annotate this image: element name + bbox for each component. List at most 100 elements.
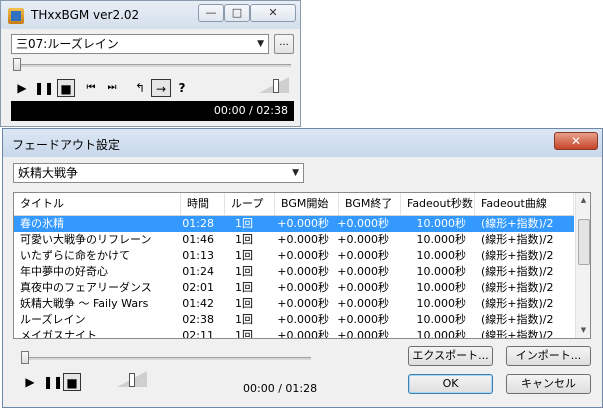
player-title: THxxBGM ver2.02 xyxy=(31,8,140,22)
cell-bgm-end: +0.000秒 xyxy=(337,297,389,310)
cell-title: 真夜中のフェアリーダンス xyxy=(20,281,152,294)
chevron-down-icon: ▼ xyxy=(257,39,264,49)
table-row[interactable]: メイガスナイト 02:11 1回 +0.000秒 +0.000秒 10.000秒… xyxy=(14,328,574,339)
cell-time: 01:42 xyxy=(182,297,214,310)
volume-thumb[interactable] xyxy=(129,373,135,387)
table-row[interactable]: 可愛い大戦争のリフレーン 01:46 1回 +0.000秒 +0.000秒 10… xyxy=(14,232,574,248)
cell-fadeout-curve: (線形+指数)/2 xyxy=(481,313,554,326)
column-header-loop[interactable]: ループ xyxy=(225,193,275,215)
cell-title: ルーズレイン xyxy=(20,313,86,326)
cell-time: 01:46 xyxy=(182,233,214,246)
preview-time-display: 00:00 / 01:28 xyxy=(243,382,318,395)
cell-bgm-end: +0.000秒 xyxy=(337,281,389,294)
import-button[interactable]: インポート... xyxy=(506,346,591,366)
loop-mode-button[interactable]: ↰ xyxy=(131,79,149,97)
play-button[interactable]: ▶ xyxy=(13,79,31,97)
track-select[interactable]: 三07:ルーズレイン ▼ xyxy=(11,34,269,54)
cell-bgm-start: +0.000秒 xyxy=(277,233,329,246)
preview-play-button[interactable]: ▶ xyxy=(21,373,39,391)
column-header-fadeout-curve[interactable]: Fadeout曲線 xyxy=(475,193,574,215)
track-select-value: 三07:ルーズレイン xyxy=(16,37,119,51)
cell-fadeout-curve: (線形+指数)/2 xyxy=(481,217,554,230)
cell-title: メイガスナイト xyxy=(20,329,97,339)
table-row[interactable]: 真夜中のフェアリーダンス 02:01 1回 +0.000秒 +0.000秒 10… xyxy=(14,280,574,296)
cell-fadeout-curve: (線形+指数)/2 xyxy=(481,297,554,310)
preview-volume-slider[interactable] xyxy=(117,371,149,389)
cell-fadeout-curve: (線形+指数)/2 xyxy=(481,329,554,339)
cell-fadeout-seconds: 10.000秒 xyxy=(416,281,467,294)
column-header-title[interactable]: タイトル xyxy=(14,193,181,215)
cell-title: 春の氷精 xyxy=(20,217,64,230)
cell-loop: 1回 xyxy=(235,313,253,326)
volume-slider[interactable] xyxy=(259,77,291,95)
cell-time: 02:38 xyxy=(182,313,214,326)
cell-loop: 1回 xyxy=(235,217,253,230)
time-display: 00:00 / 02:38 xyxy=(11,101,294,121)
cell-bgm-end: +0.000秒 xyxy=(337,265,389,278)
track-list[interactable]: タイトル 時間 ループ BGM開始 BGM終了 Fadeout秒数 Fadeou… xyxy=(13,192,591,339)
preview-seek-track[interactable] xyxy=(21,357,311,360)
cell-bgm-end: +0.000秒 xyxy=(337,217,389,230)
table-row[interactable]: いたずらに命をかけて 01:13 1回 +0.000秒 +0.000秒 10.0… xyxy=(14,248,574,264)
scroll-up-icon[interactable]: ▲ xyxy=(576,193,590,208)
cell-loop: 1回 xyxy=(235,329,253,339)
table-row[interactable]: 年中夢中の好奇心 01:24 1回 +0.000秒 +0.000秒 10.000… xyxy=(14,264,574,280)
dialog-titlebar[interactable]: フェードアウト設定 ✕ xyxy=(3,129,602,157)
cell-time: 02:01 xyxy=(182,281,214,294)
game-select[interactable]: 妖精大戦争 ▼ xyxy=(13,163,304,183)
cell-fadeout-seconds: 10.000秒 xyxy=(416,217,467,230)
player-titlebar[interactable]: THxxBGM ver2.02 — □ ✕ xyxy=(1,1,300,29)
ok-button[interactable]: OK xyxy=(408,374,493,394)
column-header-fadeout-seconds[interactable]: Fadeout秒数 xyxy=(401,193,475,215)
column-header-time[interactable]: 時間 xyxy=(181,193,225,215)
dialog-title: フェードアウト設定 xyxy=(12,138,121,152)
export-button[interactable]: エクスポート... xyxy=(408,346,493,366)
cell-bgm-start: +0.000秒 xyxy=(277,249,329,262)
cell-bgm-start: +0.000秒 xyxy=(277,313,329,326)
table-row[interactable]: ルーズレイン 02:38 1回 +0.000秒 +0.000秒 10.000秒 … xyxy=(14,312,574,328)
sequential-mode-button[interactable]: → xyxy=(151,79,171,97)
cell-bgm-end: +0.000秒 xyxy=(337,313,389,326)
browse-button[interactable]: ... xyxy=(274,34,294,54)
previous-track-button[interactable]: ⏮ xyxy=(82,79,100,97)
preview-stop-button[interactable]: ■ xyxy=(63,373,81,391)
scrollbar-thumb[interactable] xyxy=(578,219,590,265)
cell-title: 年中夢中の好奇心 xyxy=(20,265,108,278)
cell-fadeout-seconds: 10.000秒 xyxy=(416,265,467,278)
cell-loop: 1回 xyxy=(235,281,253,294)
next-track-button[interactable]: ⏭ xyxy=(103,79,121,97)
scroll-down-icon[interactable]: ▼ xyxy=(576,323,590,338)
preview-pause-button[interactable]: ❚❚ xyxy=(43,373,63,391)
dialog-close-button[interactable]: ✕ xyxy=(554,132,598,150)
close-button[interactable]: ✕ xyxy=(250,4,296,22)
seek-track[interactable] xyxy=(13,64,291,67)
cell-time: 01:28 xyxy=(182,217,214,230)
maximize-button[interactable]: □ xyxy=(224,4,250,22)
column-header-bgm-end[interactable]: BGM終了 xyxy=(339,193,401,215)
volume-thumb[interactable] xyxy=(273,79,279,93)
table-row[interactable]: 春の氷精 01:28 1回 +0.000秒 +0.000秒 10.000秒 (線… xyxy=(14,216,574,232)
fadeout-dialog: フェードアウト設定 ✕ 妖精大戦争 ▼ タイトル 時間 ループ BGM開始 BG… xyxy=(2,128,603,408)
cell-bgm-start: +0.000秒 xyxy=(277,265,329,278)
app-icon xyxy=(8,8,24,24)
cell-fadeout-seconds: 10.000秒 xyxy=(416,329,467,339)
cell-fadeout-seconds: 10.000秒 xyxy=(416,297,467,310)
cell-bgm-start: +0.000秒 xyxy=(277,217,329,230)
random-mode-button[interactable]: ? xyxy=(173,79,191,97)
cell-bgm-end: +0.000秒 xyxy=(337,233,389,246)
table-row[interactable]: 妖精大戦争 〜 Faily Wars 01:42 1回 +0.000秒 +0.0… xyxy=(14,296,574,312)
pause-button[interactable]: ❚❚ xyxy=(34,79,54,97)
cell-fadeout-curve: (線形+指数)/2 xyxy=(481,233,554,246)
cell-time: 02:11 xyxy=(182,329,214,339)
cell-title: 妖精大戦争 〜 Faily Wars xyxy=(20,297,149,310)
cell-bgm-end: +0.000秒 xyxy=(337,249,389,262)
cell-fadeout-seconds: 10.000秒 xyxy=(416,313,467,326)
stop-button[interactable]: ■ xyxy=(57,79,75,97)
vertical-scrollbar[interactable]: ▲ ▼ xyxy=(575,193,590,338)
seek-thumb[interactable] xyxy=(13,58,21,71)
minimize-button[interactable]: — xyxy=(198,4,224,22)
preview-seek-thumb[interactable] xyxy=(21,351,29,364)
cancel-button[interactable]: キャンセル xyxy=(506,374,591,394)
player-window: THxxBGM ver2.02 — □ ✕ 三07:ルーズレイン ▼ ... ▶… xyxy=(0,0,301,127)
column-header-bgm-start[interactable]: BGM開始 xyxy=(275,193,339,215)
